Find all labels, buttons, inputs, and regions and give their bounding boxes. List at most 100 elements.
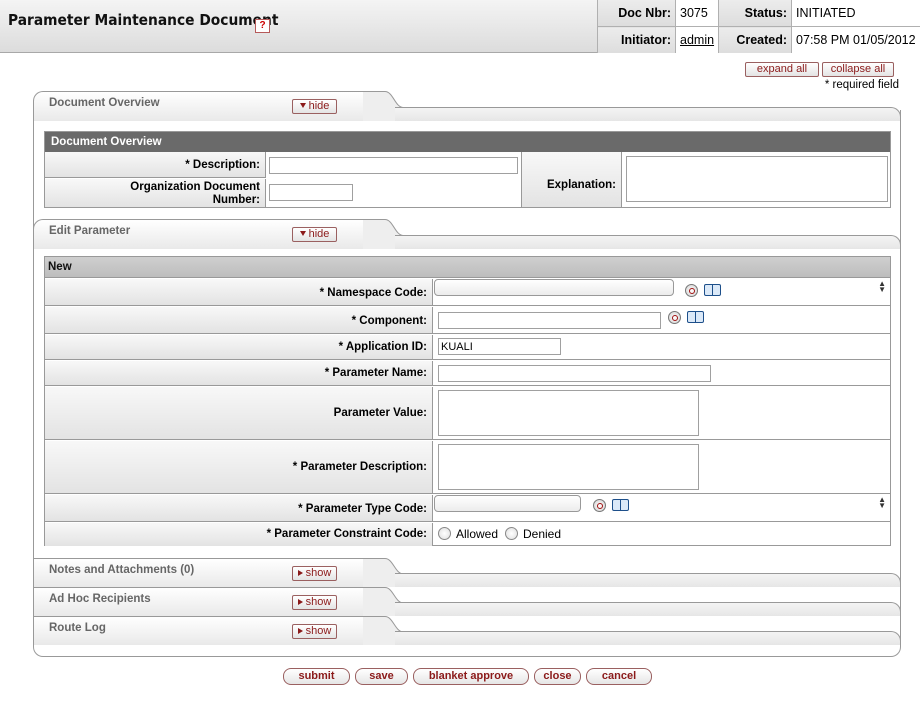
parameter-constraint-code-label-cell: * Parameter Constraint Code: [45,523,433,546]
explanation-textarea[interactable] [626,156,888,202]
application-id-label-cell: * Application ID: [45,335,433,359]
parameter-constraint-code-row: * Parameter Constraint Code: Allowed Den… [45,523,890,546]
namespace-code-select[interactable]: ▲ ▼ [434,279,886,296]
namespace-code-label: * Namespace Code: [319,287,427,299]
parameter-value-label-cell: Parameter Value: [45,387,433,439]
org-doc-number-label-cell: Organization Document Number: [45,179,266,207]
org-doc-number-label-line2: Number: [212,194,260,206]
triangle-right-icon [297,628,303,634]
parameter-description-textarea[interactable] [438,444,699,490]
initiator-label: Initiator: [597,26,676,53]
status-value: INITIATED [791,0,920,27]
parameter-description-row: * Parameter Description: [45,441,890,494]
lookup-icon[interactable] [593,499,606,512]
tab-route-log: Route Log show [33,616,901,645]
tab-notes-attachments: Notes and Attachments (0) show [33,558,901,587]
parameter-value-textarea[interactable] [438,390,699,436]
new-heading: New [45,257,890,278]
allowed-radio-label[interactable]: Allowed [456,527,498,541]
edit-parameter-hide-button[interactable]: hide [292,227,337,242]
adhoc-show-button[interactable]: show [292,595,337,610]
denied-radio-label[interactable]: Denied [523,527,561,541]
parameter-name-label-cell: * Parameter Name: [45,361,433,385]
description-label: * Description: [185,159,260,171]
parameter-value-row: Parameter Value: [45,387,890,440]
required-field-note: * required field [824,79,899,91]
allowed-radio[interactable] [438,527,451,540]
application-id-row: * Application ID: [45,335,890,360]
lookup-icon[interactable] [668,311,681,324]
cancel-button[interactable]: cancel [586,668,652,685]
blanket-approve-button[interactable]: blanket approve [413,668,529,685]
application-id-cell [434,335,890,359]
document-overview-hide-button[interactable]: hide [292,99,337,114]
explanation-label: Explanation: [546,179,616,191]
description-label-cell: * Description: [45,152,266,178]
denied-radio[interactable] [505,527,518,540]
expand-all-button[interactable]: expand all [745,62,819,77]
application-id-label: * Application ID: [338,341,427,353]
description-input[interactable] [269,157,518,174]
parameter-type-code-cell: ▲ ▼ [434,495,890,521]
book-icon[interactable] [704,284,721,296]
created-label: Created: [718,26,792,53]
help-icon[interactable]: ? [255,19,270,33]
notes-show-button[interactable]: show [292,566,337,581]
org-doc-number-input[interactable] [269,184,353,201]
toggle-label: hide [308,228,330,240]
edit-parameter-section: New * Namespace Code: ▲ ▼ * Component: * … [44,256,891,546]
triangle-right-icon [297,599,303,605]
initiator-cell: admin [674,26,719,53]
parameter-value-cell [434,387,890,439]
component-cell [434,307,890,333]
submit-button[interactable]: submit [283,668,350,685]
application-id-input[interactable] [438,338,561,355]
tab-edit-parameter-label: Edit Parameter [49,225,131,237]
parameter-type-code-label-cell: * Parameter Type Code: [45,495,433,521]
triangle-down-icon [299,231,306,236]
initiator-link[interactable]: admin [680,33,714,47]
document-overview-section: Document Overview * Description: Organiz… [44,131,891,208]
doc-nbr-value: 3075 [674,0,719,27]
explanation-label-cell: Explanation: [522,152,622,207]
document-overview-heading: Document Overview [45,132,890,152]
status-label: Status: [718,0,792,27]
page-title: Parameter Maintenance Document [8,11,279,29]
close-button[interactable]: close [534,668,581,685]
namespace-code-label-cell: * Namespace Code: [45,279,433,305]
book-icon[interactable] [687,311,704,323]
document-meta-table: Doc Nbr: 3075 Status: INITIATED Initiato… [597,0,920,53]
tab-document-overview-label: Document Overview [49,97,160,109]
book-icon[interactable] [612,499,629,511]
tab-adhoc-recipients: Ad Hoc Recipients show [33,587,901,616]
document-header: Parameter Maintenance Document ? Doc Nbr… [0,0,920,53]
parameter-name-input[interactable] [438,365,711,382]
lookup-icon[interactable] [685,284,698,297]
toggle-label: hide [308,100,330,112]
route-log-show-button[interactable]: show [292,624,337,639]
tab-route-log-line [395,631,901,645]
toggle-label: show [305,625,332,637]
tab-notes-label: Notes and Attachments (0) [49,564,195,576]
parameter-name-label: * Parameter Name: [324,367,427,379]
component-input[interactable] [438,312,661,329]
doc-nbr-label: Doc Nbr: [597,0,676,27]
select-arrows-icon: ▲ ▼ [878,495,886,510]
created-value: 07:58 PM 01/05/2012 [791,26,920,53]
parameter-name-row: * Parameter Name: [45,361,890,386]
namespace-code-row: * Namespace Code: ▲ ▼ [45,279,890,306]
org-doc-number-label: Organization Document Number: [130,181,260,207]
parameter-type-code-select[interactable]: ▲ ▼ [434,495,886,512]
select-arrows-icon: ▲ ▼ [878,279,886,294]
org-doc-number-label-line1: Organization Document [130,181,260,193]
tab-route-log-label: Route Log [49,622,106,634]
component-label: * Component: [351,315,427,327]
collapse-all-button[interactable]: collapse all [822,62,894,77]
namespace-code-cell: ▲ ▼ [434,279,890,305]
tab-edit-parameter-line [395,235,901,249]
parameter-description-cell [434,441,890,493]
triangle-down-icon [299,103,306,108]
parameter-value-label: Parameter Value: [333,407,427,419]
save-button[interactable]: save [355,668,408,685]
tab-notes-line [395,573,901,587]
